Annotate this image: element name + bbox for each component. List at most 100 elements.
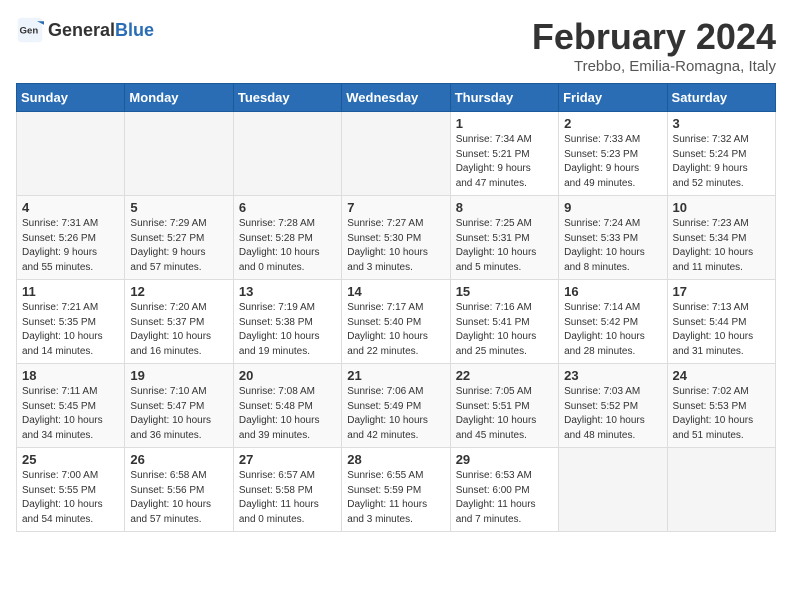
cell-content: Sunrise: 7:05 AM Sunset: 5:51 PM Dayligh…: [456, 385, 553, 443]
day-number: 20: [239, 368, 336, 383]
cell-content: Sunrise: 7:33 AM Sunset: 5:23 PM Dayligh…: [564, 133, 661, 191]
page-header: Gen GeneralBlue February 2024 Trebbo, Em…: [16, 16, 776, 75]
calendar-cell: 19Sunrise: 7:10 AM Sunset: 5:47 PM Dayli…: [125, 364, 233, 448]
day-number: 19: [130, 368, 227, 383]
week-row-4: 18 Sunrise: 7:11 AM Sunset: 5:45 PM Dayli…: [17, 364, 776, 448]
day-number: 4: [22, 200, 119, 215]
calendar-cell: 13 Sunrise: 7:19 AM Sunset: 5:38 PM Dayli…: [233, 280, 341, 364]
day-number: 17: [673, 284, 770, 299]
calendar-cell: 16 Sunrise: 7:14 AM Sunset: 5:42 PM Dayli…: [559, 280, 667, 364]
calendar-cell: 21 Sunrise: 7:06 AM Sunset: 5:49 PM Dayli…: [342, 364, 450, 448]
calendar-cell: [125, 112, 233, 196]
day-number: 15: [456, 284, 553, 299]
cell-content: Sunrise: 7:34 AM Sunset: 5:21 PM Dayligh…: [456, 133, 553, 191]
calendar-cell: 29Sunrise: 6:53 AM Sunset: 6:00 PM Dayli…: [450, 448, 558, 532]
day-number: 5: [130, 200, 227, 215]
cell-content: Sunrise: 7:06 AM Sunset: 5:49 PM Dayligh…: [347, 385, 444, 443]
day-number: 8: [456, 200, 553, 215]
day-number: 3: [673, 116, 770, 131]
cell-content: Sunrise: 7:14 AM Sunset: 5:42 PM Dayligh…: [564, 301, 661, 359]
day-number: 13: [239, 284, 336, 299]
cell-content: Sunrise: 7:28 AM Sunset: 5:28 PM Dayligh…: [239, 217, 336, 275]
day-number: 24: [673, 368, 770, 383]
day-number: 6: [239, 200, 336, 215]
logo-icon: Gen: [16, 16, 44, 44]
calendar-cell: 26 Sunrise: 6:58 AM Sunset: 5:56 PM Dayli…: [125, 448, 233, 532]
cell-content: Sunrise: 6:55 AM Sunset: 5:59 PM Dayligh…: [347, 469, 444, 527]
calendar-cell: 1 Sunrise: 7:34 AM Sunset: 5:21 PM Daylig…: [450, 112, 558, 196]
cell-content: Sunrise: 7:11 AM Sunset: 5:45 PM Dayligh…: [22, 385, 119, 443]
cell-content: Sunrise: 7:27 AM Sunset: 5:30 PM Dayligh…: [347, 217, 444, 275]
weekday-header-wednesday: Wednesday: [342, 84, 450, 112]
calendar-cell: 5Sunrise: 7:29 AM Sunset: 5:27 PM Daylig…: [125, 196, 233, 280]
day-number: 10: [673, 200, 770, 215]
calendar-cell: [342, 112, 450, 196]
calendar-cell: [667, 448, 775, 532]
logo-general: General: [48, 20, 115, 40]
cell-content: Sunrise: 7:25 AM Sunset: 5:31 PM Dayligh…: [456, 217, 553, 275]
calendar-title: February 2024: [532, 16, 776, 58]
calendar-cell: [233, 112, 341, 196]
calendar-cell: 2 Sunrise: 7:33 AM Sunset: 5:23 PM Daylig…: [559, 112, 667, 196]
day-number: 21: [347, 368, 444, 383]
logo-blue: Blue: [115, 20, 154, 40]
cell-content: Sunrise: 6:53 AM Sunset: 6:00 PM Dayligh…: [456, 469, 553, 527]
calendar-location: Trebbo, Emilia-Romagna, Italy: [532, 58, 776, 75]
day-number: 9: [564, 200, 661, 215]
cell-content: Sunrise: 7:32 AM Sunset: 5:24 PM Dayligh…: [673, 133, 770, 191]
cell-content: Sunrise: 7:19 AM Sunset: 5:38 PM Dayligh…: [239, 301, 336, 359]
cell-content: Sunrise: 7:24 AM Sunset: 5:33 PM Dayligh…: [564, 217, 661, 275]
calendar-cell: 23Sunrise: 7:03 AM Sunset: 5:52 PM Dayli…: [559, 364, 667, 448]
cell-content: Sunrise: 7:20 AM Sunset: 5:37 PM Dayligh…: [130, 301, 227, 359]
day-number: 28: [347, 452, 444, 467]
calendar-cell: 8 Sunrise: 7:25 AM Sunset: 5:31 PM Daylig…: [450, 196, 558, 280]
logo: Gen GeneralBlue: [16, 16, 154, 44]
day-number: 1: [456, 116, 553, 131]
cell-content: Sunrise: 7:16 AM Sunset: 5:41 PM Dayligh…: [456, 301, 553, 359]
calendar-cell: 27Sunrise: 6:57 AM Sunset: 5:58 PM Dayli…: [233, 448, 341, 532]
calendar-table: SundayMondayTuesdayWednesdayThursdayFrid…: [16, 83, 776, 532]
week-row-2: 4 Sunrise: 7:31 AM Sunset: 5:26 PM Daylig…: [17, 196, 776, 280]
weekday-header-monday: Monday: [125, 84, 233, 112]
day-number: 11: [22, 284, 119, 299]
weekday-header-friday: Friday: [559, 84, 667, 112]
calendar-cell: [559, 448, 667, 532]
calendar-cell: 18 Sunrise: 7:11 AM Sunset: 5:45 PM Dayli…: [17, 364, 125, 448]
title-block: February 2024 Trebbo, Emilia-Romagna, It…: [532, 16, 776, 75]
calendar-cell: [17, 112, 125, 196]
calendar-cell: 10Sunrise: 7:23 AM Sunset: 5:34 PM Dayli…: [667, 196, 775, 280]
day-number: 12: [130, 284, 227, 299]
cell-content: Sunrise: 7:02 AM Sunset: 5:53 PM Dayligh…: [673, 385, 770, 443]
calendar-cell: 3 Sunrise: 7:32 AM Sunset: 5:24 PM Daylig…: [667, 112, 775, 196]
calendar-cell: 22Sunrise: 7:05 AM Sunset: 5:51 PM Dayli…: [450, 364, 558, 448]
calendar-cell: 11 Sunrise: 7:21 AM Sunset: 5:35 PM Dayli…: [17, 280, 125, 364]
calendar-cell: 25 Sunrise: 7:00 AM Sunset: 5:55 PM Dayli…: [17, 448, 125, 532]
day-number: 2: [564, 116, 661, 131]
calendar-cell: 17Sunrise: 7:13 AM Sunset: 5:44 PM Dayli…: [667, 280, 775, 364]
day-number: 16: [564, 284, 661, 299]
cell-content: Sunrise: 7:31 AM Sunset: 5:26 PM Dayligh…: [22, 217, 119, 275]
day-number: 23: [564, 368, 661, 383]
cell-content: Sunrise: 7:00 AM Sunset: 5:55 PM Dayligh…: [22, 469, 119, 527]
weekday-header-thursday: Thursday: [450, 84, 558, 112]
day-number: 18: [22, 368, 119, 383]
week-row-3: 11 Sunrise: 7:21 AM Sunset: 5:35 PM Dayli…: [17, 280, 776, 364]
day-number: 7: [347, 200, 444, 215]
weekday-header-tuesday: Tuesday: [233, 84, 341, 112]
week-row-1: 1 Sunrise: 7:34 AM Sunset: 5:21 PM Daylig…: [17, 112, 776, 196]
weekday-header-sunday: Sunday: [17, 84, 125, 112]
svg-text:Gen: Gen: [20, 26, 39, 37]
cell-content: Sunrise: 6:58 AM Sunset: 5:56 PM Dayligh…: [130, 469, 227, 527]
calendar-cell: 6 Sunrise: 7:28 AM Sunset: 5:28 PM Daylig…: [233, 196, 341, 280]
calendar-cell: 7 Sunrise: 7:27 AM Sunset: 5:30 PM Daylig…: [342, 196, 450, 280]
logo-text: GeneralBlue: [48, 20, 154, 41]
cell-content: Sunrise: 7:21 AM Sunset: 5:35 PM Dayligh…: [22, 301, 119, 359]
calendar-cell: 24 Sunrise: 7:02 AM Sunset: 5:53 PM Dayli…: [667, 364, 775, 448]
cell-content: Sunrise: 7:17 AM Sunset: 5:40 PM Dayligh…: [347, 301, 444, 359]
day-number: 25: [22, 452, 119, 467]
day-number: 26: [130, 452, 227, 467]
cell-content: Sunrise: 7:08 AM Sunset: 5:48 PM Dayligh…: [239, 385, 336, 443]
day-number: 27: [239, 452, 336, 467]
calendar-cell: 20 Sunrise: 7:08 AM Sunset: 5:48 PM Dayli…: [233, 364, 341, 448]
calendar-cell: 28 Sunrise: 6:55 AM Sunset: 5:59 PM Dayli…: [342, 448, 450, 532]
